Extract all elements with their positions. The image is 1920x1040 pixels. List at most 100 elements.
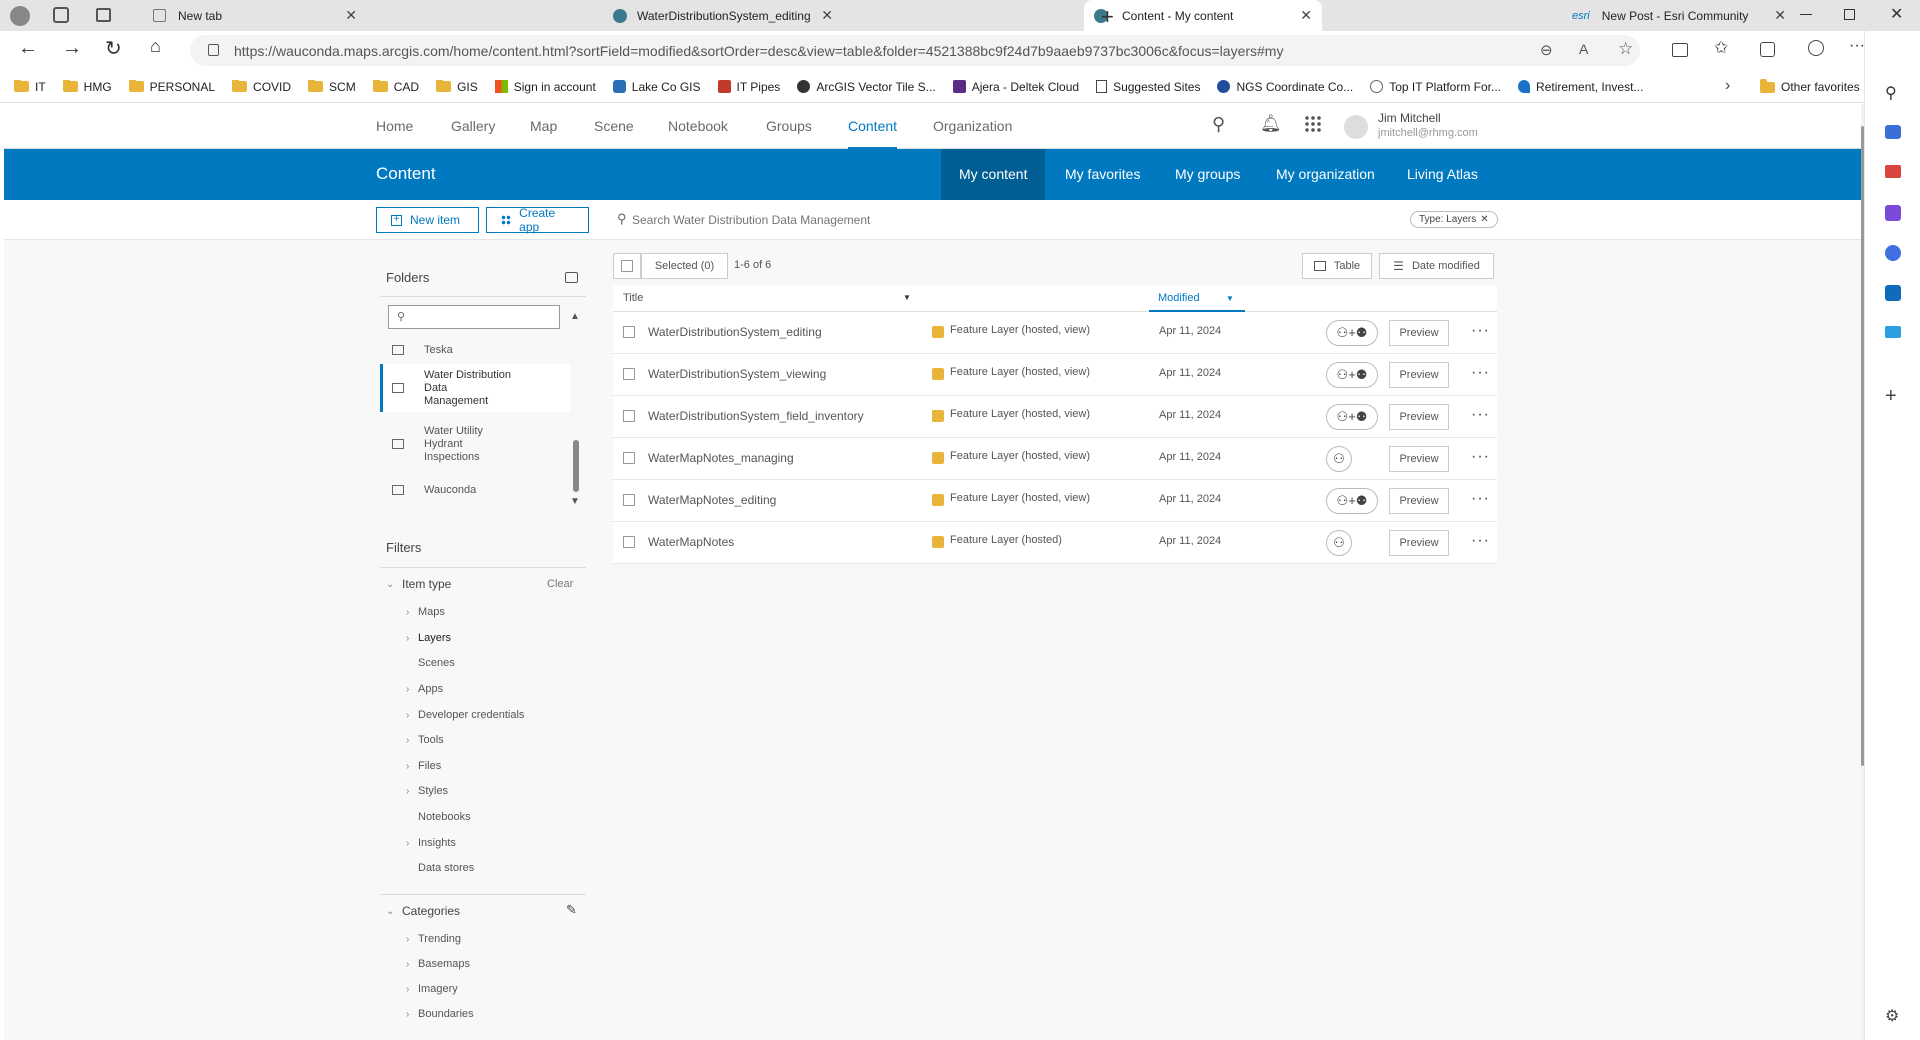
new-tab-plus-icon[interactable]: +: [1101, 4, 1114, 30]
bookmark-it-pipes[interactable]: IT Pipes: [717, 80, 780, 94]
view-table-button[interactable]: Table: [1302, 253, 1372, 279]
split-screen-icon[interactable]: [1672, 43, 1688, 57]
nav-scene[interactable]: Scene: [594, 104, 634, 149]
preview-button[interactable]: Preview: [1389, 362, 1449, 388]
select-all-checkbox[interactable]: [621, 260, 633, 272]
more-options-icon[interactable]: ···: [1471, 364, 1490, 382]
close-icon[interactable]: ✕: [821, 7, 833, 24]
table-row[interactable]: WaterMapNotes_managing Feature Layer (hos…: [613, 438, 1497, 480]
sharing-owner-icon[interactable]: ⚇: [1326, 446, 1352, 472]
games-icon[interactable]: [1885, 205, 1901, 221]
scroll-up-icon[interactable]: ▲: [570, 311, 580, 322]
workspaces-icon[interactable]: [53, 7, 69, 23]
profile-icon[interactable]: [10, 6, 30, 26]
nav-groups[interactable]: Groups: [766, 104, 812, 149]
close-icon[interactable]: ✕: [1774, 7, 1786, 24]
bookmark-hmg[interactable]: HMG: [62, 79, 112, 94]
settings-more-icon[interactable]: ···: [1849, 37, 1865, 55]
refresh-icon[interactable]: ↻: [105, 36, 122, 61]
filter-scenes[interactable]: Scenes: [418, 657, 455, 669]
create-app-button[interactable]: Create app: [486, 206, 589, 234]
bookmark-covid[interactable]: COVID: [232, 79, 291, 94]
sidebar-settings-icon[interactable]: ⚙: [1885, 1006, 1899, 1026]
tab-waterdistribution[interactable]: WaterDistributionSystem_editing ✕: [603, 0, 843, 31]
preview-button[interactable]: Preview: [1389, 530, 1449, 556]
nav-content[interactable]: Content: [848, 104, 898, 149]
bookmark-it[interactable]: IT: [14, 79, 46, 94]
favorites-icon[interactable]: ✩: [1714, 38, 1728, 58]
tab-my-organization[interactable]: My organization: [1258, 149, 1393, 200]
folder-search[interactable]: ⚲: [388, 305, 560, 329]
category-basemaps[interactable]: › Basemaps: [406, 958, 470, 970]
search-input[interactable]: [632, 210, 1192, 230]
filter-insights[interactable]: › Insights: [406, 837, 456, 849]
bookmark-lake-co-gis[interactable]: Lake Co GIS: [612, 80, 701, 94]
more-options-icon[interactable]: ···: [1471, 406, 1490, 424]
close-icon[interactable]: ✕: [1480, 214, 1488, 225]
col-modified[interactable]: Modified: [1158, 292, 1200, 304]
nav-gallery[interactable]: Gallery: [451, 104, 495, 149]
tab-esri-community[interactable]: esri New Post - Esri Community ✕: [1562, 0, 1796, 31]
select-all-box[interactable]: [613, 253, 641, 279]
filter-styles[interactable]: › Styles: [406, 785, 448, 797]
scroll-down-icon[interactable]: ▼: [570, 496, 580, 507]
tools-briefcase-icon[interactable]: [1885, 165, 1901, 178]
table-row[interactable]: WaterDistributionSystem_editing Feature L…: [613, 312, 1497, 354]
more-options-icon[interactable]: ···: [1471, 322, 1490, 340]
notifications-bell-icon[interactable]: 🔔︎: [1260, 114, 1282, 134]
extensions-icon[interactable]: [1808, 40, 1824, 56]
sharing-shared-icon[interactable]: ⚇+⚉: [1326, 404, 1378, 430]
category-imagery[interactable]: › Imagery: [406, 983, 458, 995]
close-window-icon[interactable]: ✕: [1890, 4, 1903, 24]
nav-map[interactable]: Map: [530, 104, 557, 149]
row-checkbox[interactable]: [623, 326, 635, 338]
restore-icon[interactable]: [1844, 9, 1855, 20]
avatar[interactable]: [1344, 115, 1368, 139]
item-title[interactable]: WaterDistributionSystem_viewing: [648, 367, 826, 381]
search-icon[interactable]: ⚲: [1885, 83, 1897, 103]
folder-options-icon[interactable]: [565, 272, 578, 283]
chevron-right-icon[interactable]: ›: [1725, 77, 1730, 95]
item-title[interactable]: WaterMapNotes: [648, 535, 734, 549]
back-icon[interactable]: ←: [18, 37, 38, 60]
preview-button[interactable]: Preview: [1389, 404, 1449, 430]
tab-new-tab[interactable]: New tab ✕: [133, 0, 367, 31]
filter-chip-type[interactable]: Type: Layers ✕: [1410, 211, 1498, 228]
categories-toggle[interactable]: ⌄ Categories: [386, 904, 460, 918]
zoom-icon[interactable]: ⊖: [1540, 41, 1553, 59]
caret-down-icon[interactable]: ▼: [903, 293, 911, 302]
folder-item-teska[interactable]: Teska: [380, 338, 570, 362]
more-options-icon[interactable]: ···: [1471, 490, 1490, 508]
item-title[interactable]: WaterMapNotes_managing: [648, 451, 794, 465]
preview-button[interactable]: Preview: [1389, 320, 1449, 346]
item-title[interactable]: WaterMapNotes_editing: [648, 493, 776, 507]
edit-pencil-icon[interactable]: ✎: [566, 902, 577, 918]
minimize-icon[interactable]: [1800, 14, 1812, 15]
table-row[interactable]: WaterDistributionSystem_field_inventory F…: [613, 396, 1497, 438]
outlook-icon[interactable]: [1885, 285, 1901, 301]
tab-my-favorites[interactable]: My favorites: [1047, 149, 1158, 200]
bookmark-ajera[interactable]: Ajera - Deltek Cloud: [952, 80, 1079, 94]
tab-my-content[interactable]: My content: [941, 149, 1046, 200]
preview-button[interactable]: Preview: [1389, 446, 1449, 472]
bookmark-ngs[interactable]: NGS Coordinate Co...: [1217, 80, 1353, 94]
item-title[interactable]: WaterDistributionSystem_field_inventory: [648, 409, 864, 423]
bookmark-cad[interactable]: CAD: [372, 79, 419, 94]
row-checkbox[interactable]: [623, 410, 635, 422]
sharing-shared-icon[interactable]: ⚇+⚉: [1326, 362, 1378, 388]
close-icon[interactable]: ✕: [345, 7, 357, 24]
filter-layers[interactable]: › Layers: [406, 632, 451, 644]
folder-item-water-distribution[interactable]: Water Distribution Data Management: [380, 364, 570, 412]
new-item-button[interactable]: + New item: [376, 207, 479, 233]
filter-apps[interactable]: › Apps: [406, 683, 443, 695]
selected-count[interactable]: Selected (0): [641, 253, 728, 279]
search-icon[interactable]: ⚲: [1212, 114, 1225, 135]
nav-home[interactable]: Home: [376, 104, 413, 149]
bookmark-retirement[interactable]: Retirement, Invest...: [1518, 80, 1643, 94]
add-plus-icon[interactable]: +: [1885, 385, 1897, 408]
bookmark-top-it[interactable]: Top IT Platform For...: [1370, 80, 1501, 94]
table-row[interactable]: WaterDistributionSystem_viewing Feature L…: [613, 354, 1497, 396]
clear-filter-link[interactable]: Clear: [547, 578, 573, 590]
row-checkbox[interactable]: [623, 452, 635, 464]
row-checkbox[interactable]: [623, 368, 635, 380]
